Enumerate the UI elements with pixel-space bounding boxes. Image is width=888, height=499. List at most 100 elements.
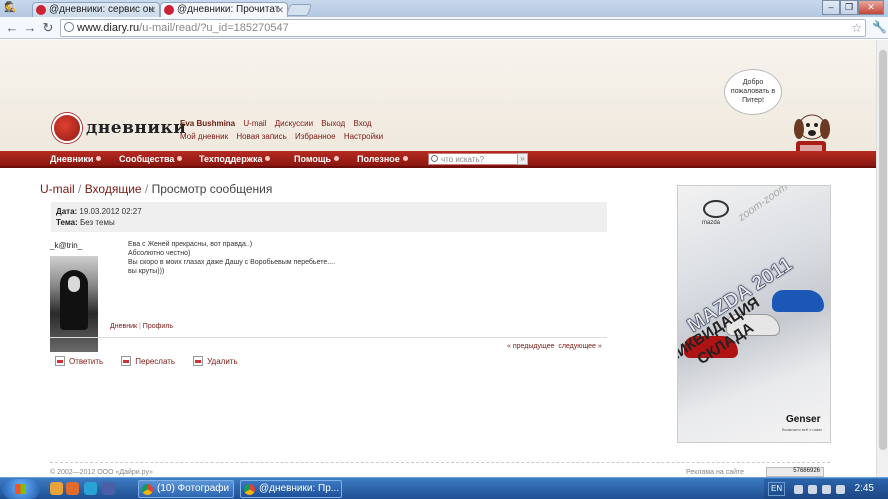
breadcrumb-separator: / — [141, 182, 152, 196]
media-icon[interactable] — [102, 482, 115, 495]
tab-diary-service[interactable]: @дневники: сервис он ✕ — [32, 2, 160, 17]
footer-divider — [50, 462, 830, 463]
user-name-link[interactable]: Eva Bushmina — [180, 119, 235, 128]
previous-message-link[interactable]: « предыдущее — [507, 343, 554, 350]
tab-diary-read[interactable]: @дневники: Прочитат ✕ — [160, 2, 288, 17]
advertising-link[interactable]: Реклама на сайте — [686, 469, 744, 476]
diary-favicon-icon — [36, 5, 46, 15]
menu-support[interactable]: Техподдержка — [199, 154, 271, 164]
close-window-button[interactable]: ✕ — [858, 0, 884, 15]
tab-close-icon[interactable]: ✕ — [276, 3, 284, 17]
minimize-button[interactable]: – — [822, 0, 840, 15]
ad-dealer-sub: Возможно всё с нами — [782, 427, 822, 432]
ad-brand: mazda — [702, 220, 721, 226]
message-pager: « предыдущее следующее » — [507, 343, 602, 350]
clock[interactable]: 2:45 — [855, 479, 874, 499]
tab-title: @дневники: сервис он — [49, 4, 154, 15]
chrome-icon — [142, 484, 153, 495]
taskbar-diary-window[interactable]: @дневники: Пр... — [240, 480, 342, 498]
avatar-face — [68, 276, 80, 292]
logo-emblem-icon — [52, 113, 82, 143]
windows-taskbar: (10) Фотографи @дневники: Пр... EN 2:45 — [0, 477, 888, 499]
menu-dot-icon — [96, 156, 102, 161]
favorites-link[interactable]: Избранное — [295, 132, 336, 141]
forward-icon — [121, 356, 132, 366]
login-link[interactable]: Вход — [353, 119, 371, 128]
url-path: /u-mail/read/?u_id=185270547 — [139, 22, 289, 34]
url-host: www.diary.ru — [77, 22, 140, 34]
ad-tagline: zoom-zoom — [736, 185, 790, 224]
taskbar-photos-window[interactable]: (10) Фотографи — [138, 480, 234, 498]
mascot-speech-bubble: Добро пожаловать в Питер! — [724, 69, 782, 115]
firefox-icon[interactable] — [50, 482, 63, 495]
network-icon[interactable] — [794, 485, 803, 494]
ie-icon[interactable] — [84, 482, 97, 495]
delete-button[interactable]: Удалить — [193, 356, 238, 366]
ad-dealer: Genser — [786, 414, 821, 425]
breadcrumb-umail[interactable]: U-mail — [40, 182, 75, 196]
wrench-icon[interactable]: 🔧 — [872, 20, 887, 34]
back-icon[interactable]: ← — [4, 20, 20, 36]
reply-label: Ответить — [69, 356, 104, 366]
windows-logo-icon — [15, 484, 26, 494]
new-post-link[interactable]: Новая запись — [236, 132, 286, 141]
search-icon — [431, 155, 438, 162]
my-diary-link[interactable]: Мой дневник — [180, 132, 228, 141]
reply-button[interactable]: Ответить — [55, 356, 103, 366]
menu-useful[interactable]: Полезное — [357, 154, 408, 164]
umail-link[interactable]: U-mail — [243, 119, 266, 128]
next-message-link[interactable]: следующее » — [558, 343, 601, 350]
subject-label: Тема: — [56, 218, 78, 227]
logout-link[interactable]: Выход — [321, 119, 345, 128]
message-line: Ева с Женей прекрасны, вот правда..) — [128, 241, 253, 248]
search-go-button[interactable]: » — [517, 153, 528, 165]
visitor-counter[interactable]: 57686926 — [766, 467, 824, 477]
forward-icon[interactable]: → — [22, 20, 38, 36]
menu-dot-icon — [177, 156, 183, 161]
mazda-logo-icon — [703, 200, 729, 218]
breadcrumb-separator: / — [74, 182, 85, 196]
date-value: 19.03.2012 02:27 — [79, 207, 142, 216]
tray-app-icon[interactable] — [808, 485, 817, 494]
bookmark-star-icon[interactable]: ☆ — [851, 20, 862, 36]
settings-link[interactable]: Настройки — [344, 132, 383, 141]
forward-label: Переслать — [135, 356, 176, 366]
maximize-button[interactable]: ❐ — [840, 0, 858, 15]
browser-icon[interactable] — [66, 482, 79, 495]
tab-close-icon[interactable]: ✕ — [148, 3, 156, 17]
incognito-icon: 🕵 — [4, 2, 17, 13]
menu-diaries[interactable]: Дневники — [50, 154, 102, 164]
user-navigation: Eva Bushmina U-mail Дискуссии Выход Вход… — [180, 117, 389, 143]
menu-communities[interactable]: Сообщества — [119, 154, 183, 164]
author-diary-link[interactable]: Дневник — [110, 323, 137, 330]
menu-help[interactable]: Помощь — [294, 154, 340, 164]
reload-icon[interactable]: ↻ — [40, 20, 56, 36]
tab-title: @дневники: Прочитат — [177, 4, 280, 15]
forward-button[interactable]: Переслать — [121, 356, 175, 366]
scrollbar-thumb[interactable] — [879, 50, 887, 450]
start-button[interactable] — [2, 479, 40, 499]
tray-app-icon[interactable] — [836, 485, 845, 494]
divider — [50, 337, 607, 338]
new-tab-button[interactable] — [285, 4, 313, 16]
trash-icon — [193, 356, 204, 366]
breadcrumb-inbox[interactable]: Входящие — [85, 182, 142, 196]
menu-dot-icon — [334, 156, 340, 161]
site-main-menu: Дневники Сообщества Техподдержка Помощь … — [0, 151, 888, 168]
mazda-ad-banner[interactable]: mazda zoom-zoom MAZDA 2011 ЛИКВИДАЦИЯ СК… — [677, 185, 831, 443]
address-bar[interactable]: www.diary.ru/u-mail/read/?u_id=185270547… — [60, 19, 866, 37]
taskbar-button-label: (10) Фотографи — [157, 483, 230, 494]
author-profile-link[interactable]: Профиль — [143, 323, 173, 330]
taskbar-button-label: @дневники: Пр... — [259, 483, 340, 494]
site-search-input[interactable]: что искать? » — [428, 153, 528, 165]
menu-dot-icon — [265, 156, 271, 161]
reply-icon — [55, 356, 65, 366]
language-indicator[interactable]: EN — [768, 482, 786, 496]
volume-icon[interactable] — [822, 485, 831, 494]
site-logo[interactable]: дневники — [52, 113, 186, 143]
page-scrollbar[interactable] — [876, 40, 888, 477]
discussions-link[interactable]: Дискуссии — [275, 119, 313, 128]
delete-label: Удалить — [207, 356, 238, 366]
message-author[interactable]: _k@trin_ — [50, 241, 82, 250]
blue-car-image — [772, 290, 824, 312]
